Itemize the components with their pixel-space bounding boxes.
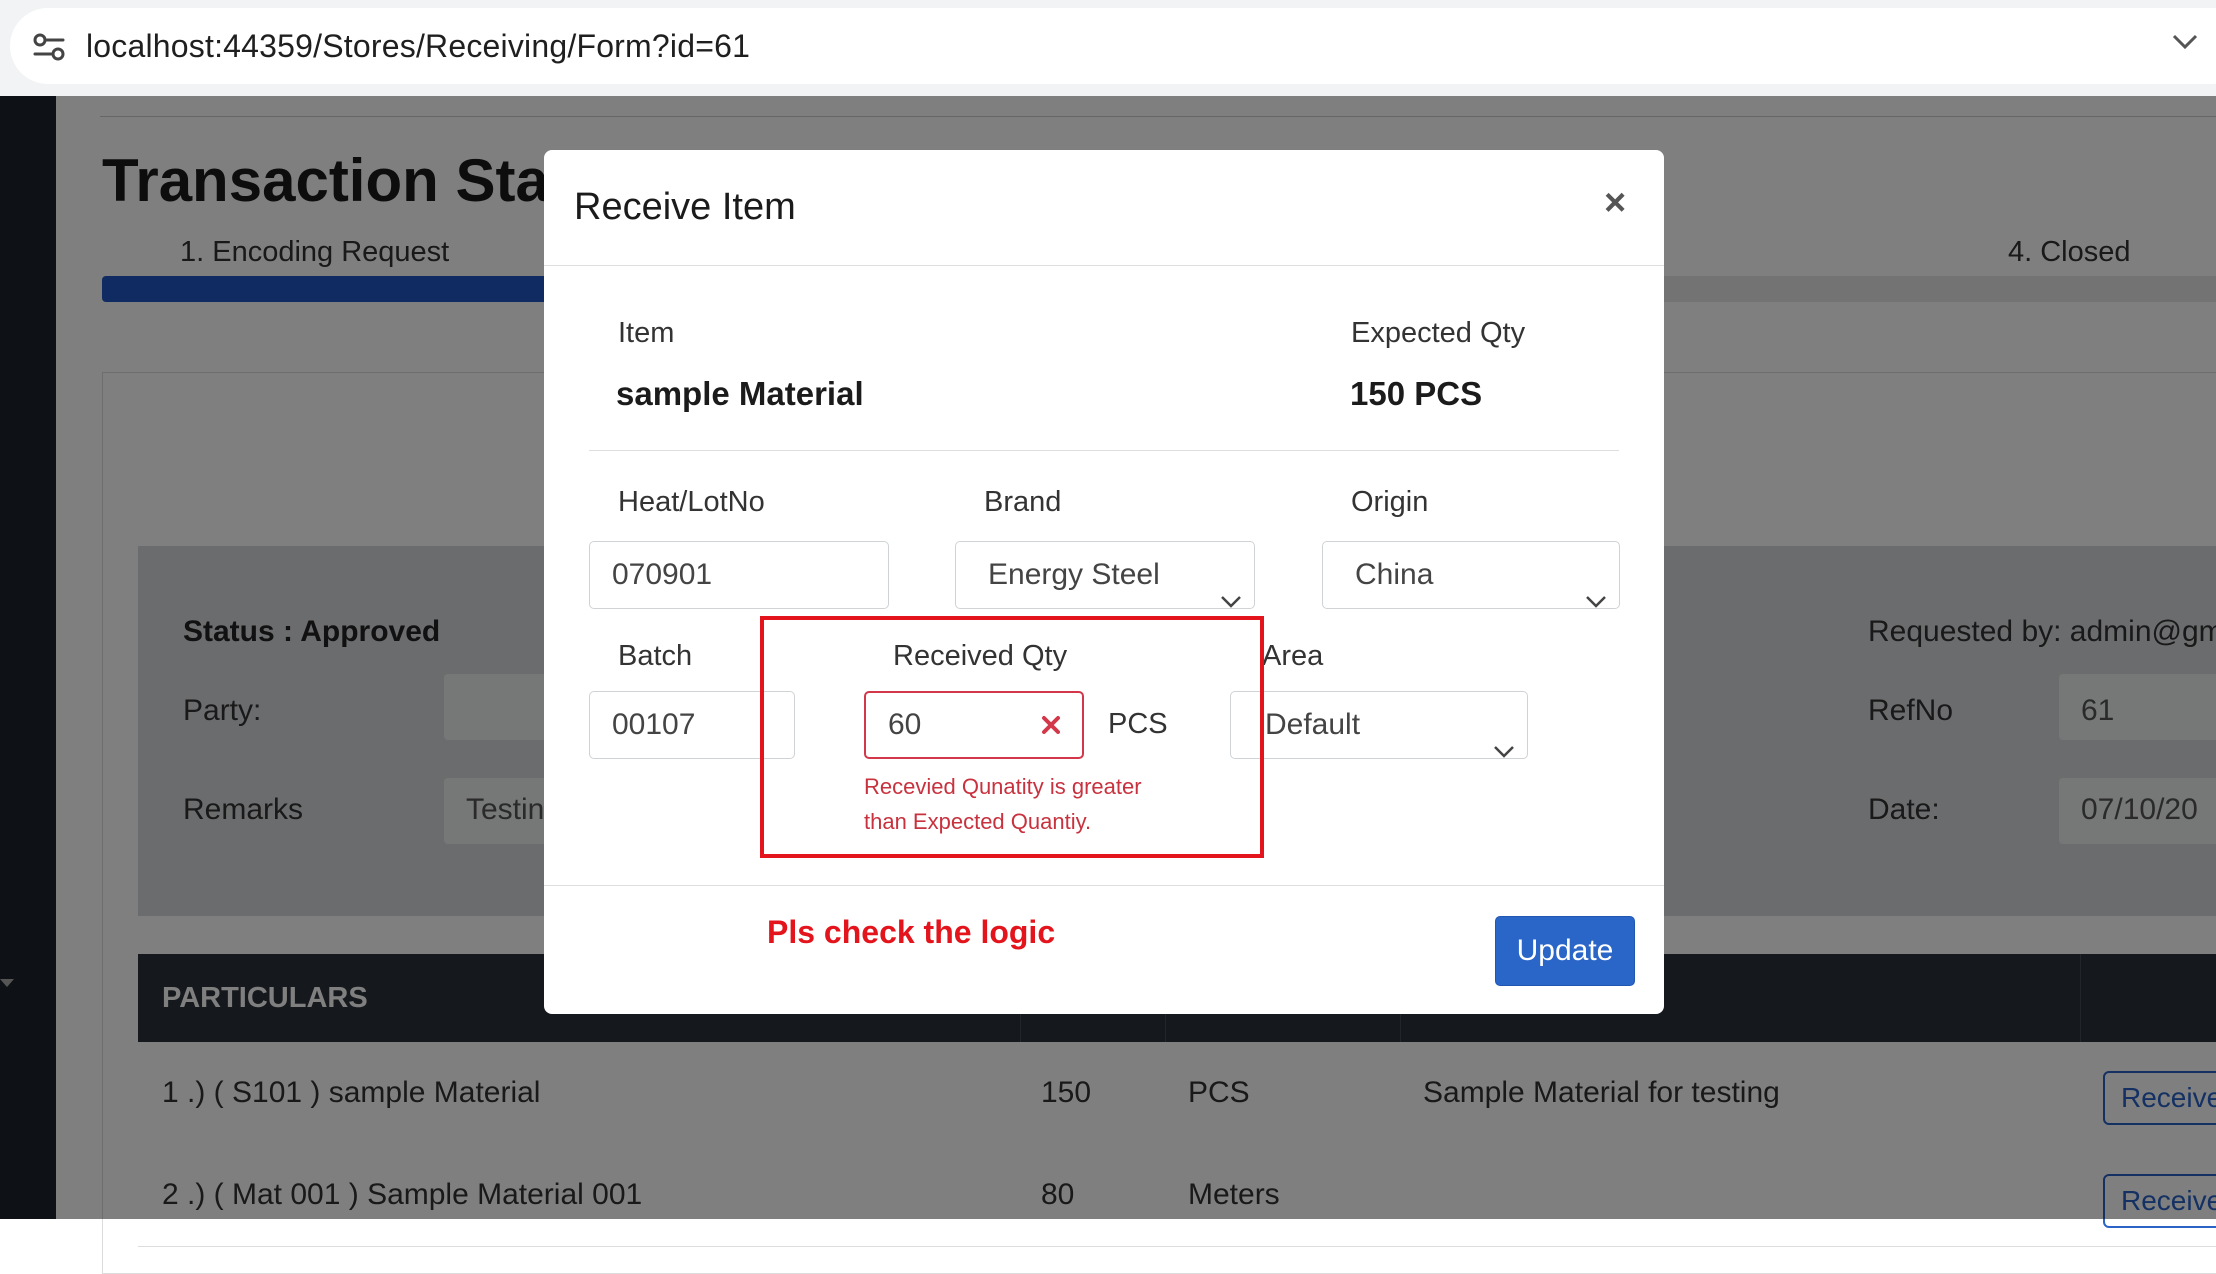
- modal-footer-divider: [544, 885, 1664, 886]
- heat-lotno-input[interactable]: 070901: [589, 541, 889, 609]
- area-selected-value: Default: [1265, 708, 1361, 741]
- area-select[interactable]: Default: [1230, 691, 1528, 759]
- annotation-note: Pls check the logic: [767, 914, 1056, 950]
- chevron-down-icon[interactable]: [2170, 32, 2200, 57]
- receive-item-modal: Receive Item × Item sample Material Expe…: [544, 150, 1664, 1014]
- brand-label: Brand: [984, 486, 1062, 518]
- chevron-down-icon: [1220, 567, 1242, 608]
- item-label: Item: [618, 317, 675, 349]
- address-field[interactable]: localhost:44359/Stores/Receiving/Form?id…: [10, 8, 2216, 84]
- brand-selected-value: Energy Steel: [988, 558, 1160, 591]
- batch-label: Batch: [618, 640, 693, 672]
- site-settings-icon[interactable]: [24, 25, 74, 69]
- area-label: Area: [1262, 640, 1324, 672]
- origin-selected-value: China: [1355, 558, 1434, 591]
- item-value: sample Material: [616, 375, 864, 412]
- url-text[interactable]: localhost:44359/Stores/Receiving/Form?id…: [86, 28, 750, 65]
- modal-title: Receive Item: [574, 186, 796, 228]
- chevron-down-icon: [1585, 567, 1607, 608]
- browser-address-bar: localhost:44359/Stores/Receiving/Form?id…: [0, 0, 2216, 96]
- chevron-down-icon: [1493, 717, 1515, 758]
- update-button[interactable]: Update: [1495, 916, 1635, 986]
- expected-qty-value: 150 PCS: [1350, 375, 1483, 412]
- origin-select[interactable]: China: [1322, 541, 1620, 609]
- brand-select[interactable]: Energy Steel: [955, 541, 1255, 609]
- expected-qty-label: Expected Qty: [1351, 317, 1526, 349]
- close-icon[interactable]: ×: [1604, 182, 1626, 225]
- heat-lotno-label: Heat/LotNo: [618, 486, 765, 518]
- origin-label: Origin: [1351, 486, 1429, 518]
- divider: [589, 450, 1619, 451]
- modal-header-divider: [544, 265, 1664, 266]
- annotation-highlight-box: [760, 616, 1264, 858]
